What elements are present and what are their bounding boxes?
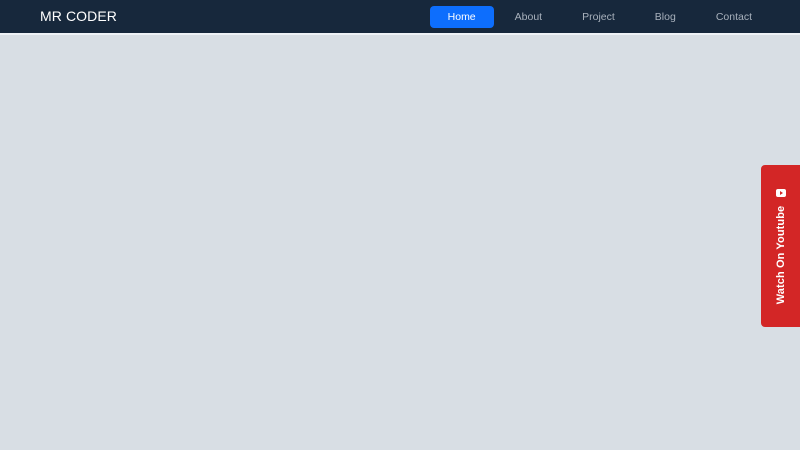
nav-project-link[interactable]: Project <box>563 6 634 28</box>
youtube-button-label: Watch On Youtube <box>774 205 787 305</box>
nav-contact-link[interactable]: Contact <box>697 6 771 28</box>
main-navigation: Home About Project Blog Contact <box>428 6 771 28</box>
brand-logo[interactable]: MR CODER <box>40 0 117 33</box>
nav-home-link[interactable]: Home <box>429 6 494 28</box>
youtube-play-icon <box>775 188 786 197</box>
page: MR CODER Home About Project Blog Contact… <box>0 0 800 450</box>
navbar: MR CODER Home About Project Blog Contact <box>0 0 800 35</box>
nav-about-link[interactable]: About <box>496 6 561 28</box>
nav-blog-link[interactable]: Blog <box>636 6 695 28</box>
youtube-button-content: Watch On Youtube <box>771 181 791 311</box>
watch-on-youtube-button[interactable]: Watch On Youtube <box>761 165 800 327</box>
